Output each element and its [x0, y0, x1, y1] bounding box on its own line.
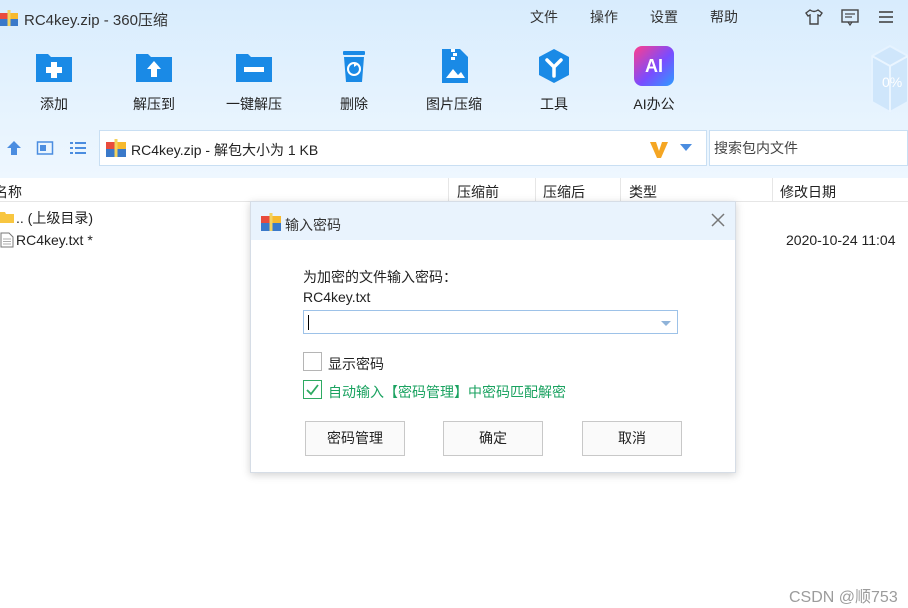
address-row: RC4key.zip - 解包大小为 1 KB — [0, 130, 908, 166]
password-manager-button[interactable]: 密码管理 — [305, 421, 405, 456]
close-icon[interactable] — [709, 211, 727, 229]
toolbar-tools-label: 工具 — [540, 96, 568, 112]
thumbnail-view-icon[interactable] — [36, 139, 54, 157]
dialog-title-bar[interactable]: 输入密码 — [251, 202, 735, 240]
toolbar-one-click-extract-label: 一键解压 — [226, 96, 282, 112]
show-password-label[interactable]: 显示密码 — [328, 354, 384, 374]
toolbar-area: RC4key.zip - 360压缩 文件 操作 设置 帮助 添加 解压到 一键… — [0, 0, 908, 178]
v-logo-icon[interactable] — [648, 138, 670, 160]
watermark: CSDN @顺753 — [789, 589, 898, 606]
toolbar-image-compress-button[interactable]: 图片压缩 — [409, 46, 499, 114]
progress-cube-text: 0% — [882, 74, 903, 90]
menu-operate[interactable]: 操作 — [590, 7, 618, 27]
toolbar-one-click-extract-button[interactable]: 一键解压 — [209, 46, 299, 114]
toolbar-delete-label: 删除 — [340, 96, 368, 112]
archive-logo-icon — [261, 213, 281, 231]
dialog-title: 输入密码 — [285, 217, 341, 233]
list-item-name: RC4key.txt * — [16, 232, 93, 248]
cancel-button[interactable]: 取消 — [582, 421, 682, 456]
window-title: RC4key.zip - 360压缩 — [24, 12, 168, 29]
auto-input-checkbox[interactable] — [303, 380, 322, 399]
column-type[interactable]: 类型 — [629, 182, 657, 202]
password-input[interactable] — [304, 311, 656, 333]
search-box[interactable] — [709, 130, 908, 166]
shirt-icon[interactable] — [804, 7, 824, 27]
password-dropdown-arrow[interactable] — [661, 321, 671, 326]
dialog-filename: RC4key.txt — [303, 289, 371, 305]
column-modified-date[interactable]: 修改日期 — [780, 182, 836, 202]
address-bar[interactable]: RC4key.zip - 解包大小为 1 KB — [99, 130, 707, 166]
column-name[interactable]: 名称 — [0, 182, 22, 202]
folder-icon — [0, 212, 14, 223]
password-combobox[interactable] — [303, 310, 678, 334]
message-icon[interactable] — [840, 7, 860, 27]
text-file-icon — [0, 232, 14, 248]
password-dialog: 输入密码 为加密的文件输入密码： RC4key.txt 显示密码 自动输入【密码… — [250, 201, 736, 473]
zip-file-icon — [106, 139, 126, 157]
toolbar-add-label: 添加 — [40, 96, 68, 112]
menu-icon[interactable] — [876, 7, 896, 27]
column-divider[interactable] — [620, 178, 621, 202]
title-bar: RC4key.zip - 360压缩 文件 操作 设置 帮助 — [0, 0, 908, 34]
archive-logo-icon — [0, 10, 18, 26]
progress-cube-decoration: 0% — [860, 42, 908, 114]
address-dropdown-arrow[interactable] — [680, 144, 692, 151]
auto-input-label[interactable]: 自动输入【密码管理】中密码匹配解密 — [328, 382, 566, 402]
list-item-name: .. (上级目录) — [16, 210, 93, 226]
toolbar-extract-to-button[interactable]: 解压到 — [109, 46, 199, 114]
toolbar-ai-office-button[interactable]: AI AI办公 — [609, 46, 699, 114]
toolbar-ai-office-label: AI办公 — [633, 96, 675, 112]
list-header: 名称 压缩前 压缩后 类型 修改日期 — [0, 178, 908, 202]
address-path: RC4key.zip - 解包大小为 1 KB — [131, 142, 319, 158]
image-compress-icon — [442, 49, 468, 83]
ai-office-icon: AI — [634, 46, 674, 86]
toolbar-tools-button[interactable]: 工具 — [509, 46, 599, 114]
column-compressed-size[interactable]: 压缩后 — [543, 182, 585, 202]
checkmark-icon — [306, 384, 319, 396]
up-arrow-icon[interactable] — [5, 139, 23, 157]
column-original-size[interactable]: 压缩前 — [457, 182, 499, 202]
menu-settings[interactable]: 设置 — [650, 7, 678, 27]
show-password-checkbox[interactable] — [303, 352, 322, 371]
ai-badge-text: AI — [645, 56, 663, 76]
add-icon — [36, 54, 72, 82]
list-view-icon[interactable] — [69, 139, 87, 157]
delete-icon — [343, 51, 365, 82]
text-caret — [308, 315, 309, 330]
toolbar-extract-to-label: 解压到 — [133, 96, 175, 112]
one-click-extract-icon — [236, 54, 272, 82]
toolbar-image-compress-label: 图片压缩 — [426, 96, 482, 112]
search-input[interactable] — [710, 131, 907, 165]
column-divider[interactable] — [448, 178, 449, 202]
ok-button[interactable]: 确定 — [443, 421, 543, 456]
password-prompt: 为加密的文件输入密码： — [303, 269, 457, 285]
toolbar-delete-button[interactable]: 删除 — [309, 46, 399, 114]
column-divider[interactable] — [772, 178, 773, 202]
extract-to-icon — [136, 54, 172, 82]
list-item-date: 2020-10-24 11:04 — [786, 232, 896, 248]
menu-file[interactable]: 文件 — [530, 7, 558, 27]
tools-icon — [539, 49, 569, 83]
column-divider[interactable] — [535, 178, 536, 202]
menu-help[interactable]: 帮助 — [710, 7, 738, 27]
toolbar-add-button[interactable]: 添加 — [9, 46, 99, 114]
